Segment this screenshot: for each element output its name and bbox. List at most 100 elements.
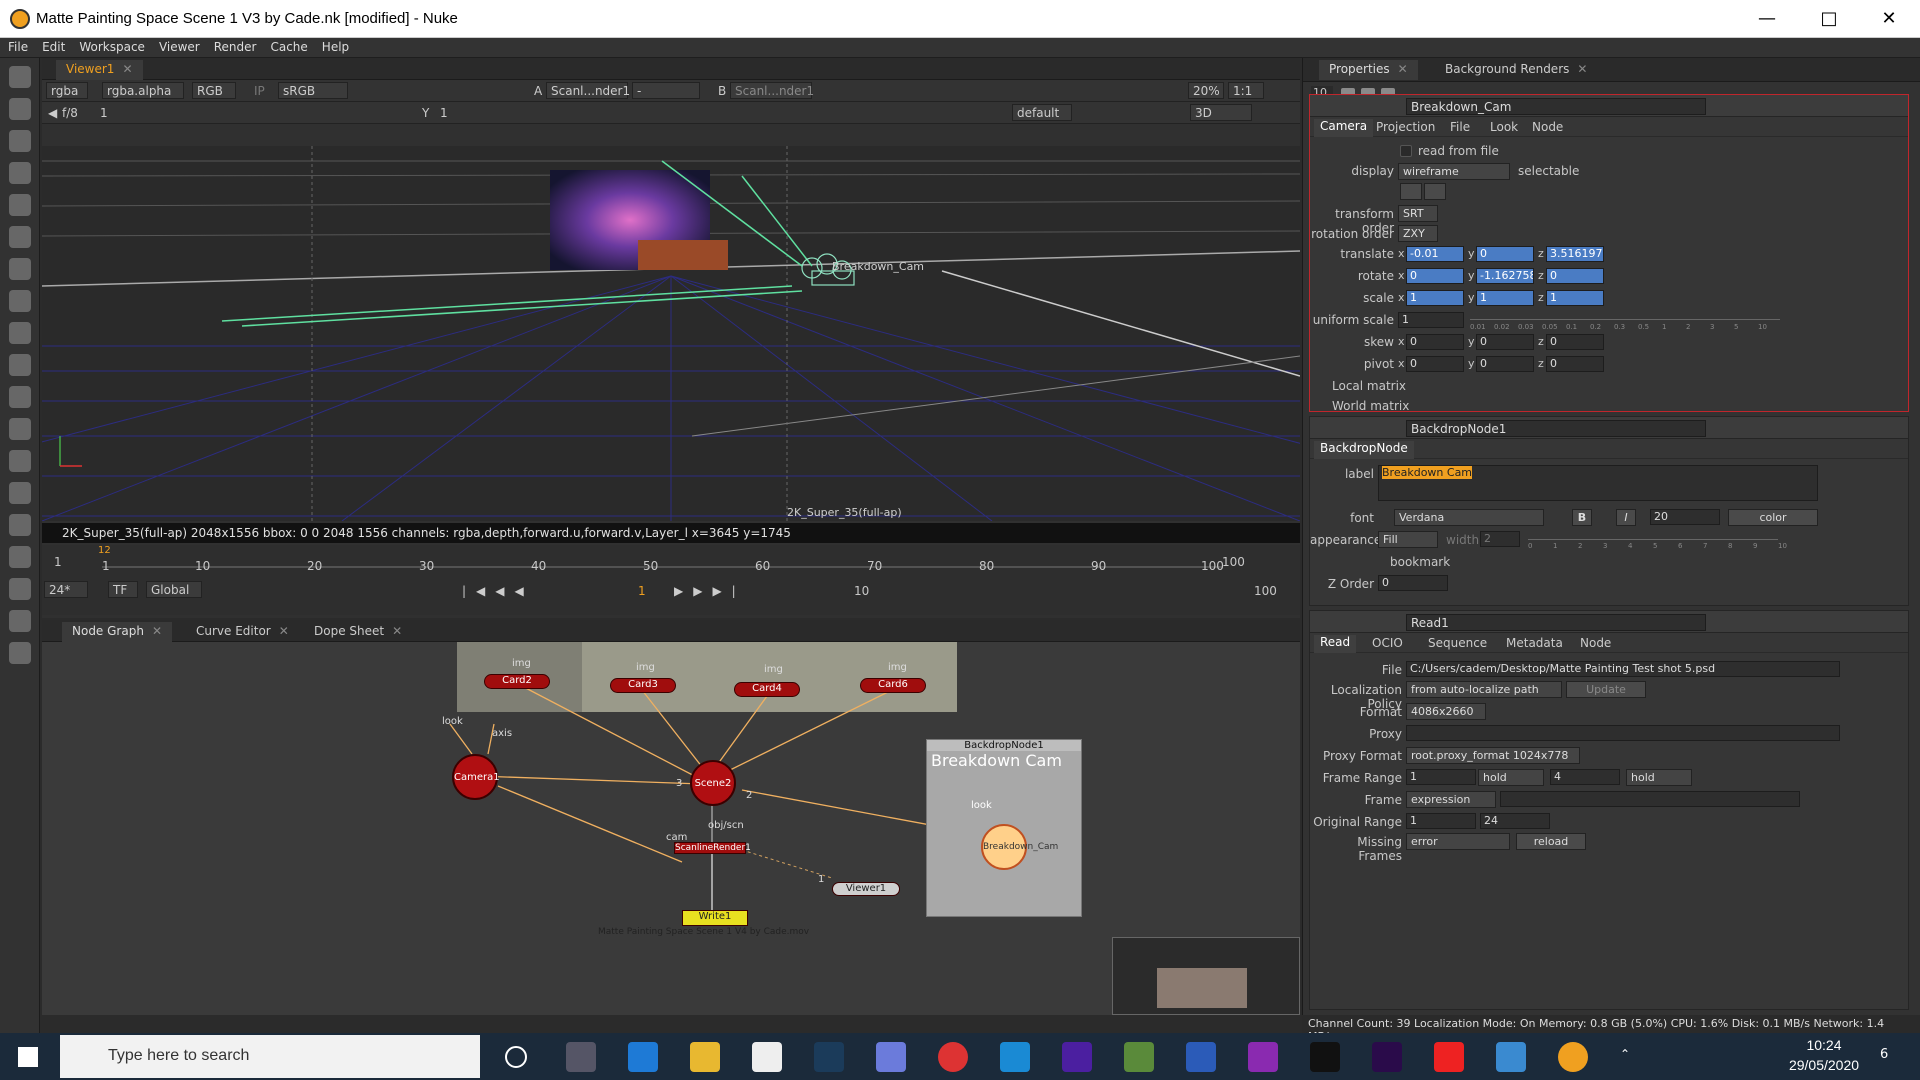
orig-start-field[interactable]: 1 (1406, 813, 1476, 829)
y-value[interactable]: 1 (440, 106, 448, 120)
skew-y-field[interactable]: 0 (1476, 334, 1534, 350)
ip-toggle[interactable]: IP (254, 84, 265, 98)
scanlinerender1-node[interactable]: ScanlineRender1 (674, 842, 751, 854)
discord-icon[interactable] (876, 1042, 906, 1072)
uniform-scale-slider[interactable] (1470, 319, 1780, 320)
scale-x-field[interactable]: 1 (1406, 290, 1464, 306)
card2-node[interactable]: Card2 (484, 674, 550, 689)
onenote-icon[interactable] (1248, 1042, 1278, 1072)
close-button[interactable]: ✕ (1866, 4, 1912, 34)
proxy-field[interactable] (1406, 725, 1840, 741)
rotate-x-field[interactable]: 0 (1406, 268, 1464, 284)
node-graph-canvas[interactable]: img Card2 img Card3 img Card4 img Card6 … (42, 642, 1300, 1015)
zoom-dropdown[interactable]: 20% (1188, 82, 1224, 99)
color-button[interactable]: color (1728, 509, 1818, 526)
particles-tool-icon[interactable] (9, 386, 31, 408)
input-a-dropdown[interactable]: Scanl...nder1 (546, 82, 630, 99)
update-button[interactable]: Update (1566, 681, 1646, 698)
rotation-order-dropdown[interactable]: ZXY (1398, 225, 1438, 242)
tab-background-renders[interactable]: Background Renders ✕ (1435, 60, 1597, 80)
translate-z-field[interactable]: 3.51619795 (1546, 246, 1604, 262)
tab-ocio[interactable]: OCIO (1372, 636, 1403, 650)
ratio-dropdown[interactable]: 1:1 (1228, 82, 1264, 99)
current-marker[interactable]: 12 (98, 545, 111, 556)
color-tool-icon[interactable] (9, 194, 31, 216)
tray-icons[interactable]: ⌃ (1620, 1047, 1630, 1061)
tab-viewer1[interactable]: Viewer1 ✕ (56, 60, 143, 80)
label-textarea[interactable]: Breakdown Cam (1378, 465, 1818, 501)
notification-badge[interactable]: 6 (1880, 1047, 1888, 1062)
tab-node[interactable]: Node (1532, 120, 1563, 134)
maximize-button[interactable]: □ (1806, 4, 1852, 34)
appearance-dropdown[interactable]: Fill (1378, 531, 1438, 548)
time-tool-icon[interactable] (9, 130, 31, 152)
play-forward-controls[interactable]: ▶▶▶| (674, 584, 746, 598)
epic-games-icon[interactable] (1310, 1042, 1340, 1072)
pivot-z-field[interactable]: 0 (1546, 356, 1604, 372)
frame-end-field[interactable]: 4 (1550, 769, 1620, 785)
italic-button[interactable]: I (1616, 509, 1636, 526)
image-tool-icon[interactable] (9, 66, 31, 88)
alpha-dropdown[interactable]: rgba.alpha (102, 82, 184, 99)
menu-cache[interactable]: Cache (262, 38, 313, 54)
backdrop-node1[interactable]: BackdropNode1 Breakdown Cam look Breakdo… (926, 739, 1082, 917)
clock-time[interactable]: 10:24 (1784, 1037, 1864, 1053)
menu-workspace[interactable]: Workspace (71, 38, 151, 54)
word-icon[interactable] (1186, 1042, 1216, 1072)
view-mode-dropdown[interactable]: 3D (1190, 104, 1252, 121)
camera-name-field[interactable]: Breakdown_Cam (1406, 98, 1706, 115)
width-slider[interactable] (1528, 539, 1778, 540)
scene2-node[interactable]: Scene2 (690, 760, 736, 806)
transform-order-dropdown[interactable]: SRT (1398, 205, 1438, 222)
frame-left-value[interactable]: 1 (100, 106, 108, 120)
play-left-icon[interactable]: ◀ (48, 106, 57, 120)
format-dropdown[interactable]: 4086x2660 (1406, 703, 1486, 720)
other-tool-icon[interactable] (9, 546, 31, 568)
font-size-field[interactable]: 20 (1650, 509, 1720, 525)
frame-step[interactable]: 10 (854, 584, 869, 598)
tf-dropdown[interactable]: TF (108, 581, 138, 598)
after-dropdown[interactable]: hold (1626, 769, 1692, 786)
tab-read[interactable]: Read (1314, 635, 1357, 653)
local-matrix-toggle[interactable]: Local matrix (1332, 379, 1406, 393)
tab-camera[interactable]: Camera (1314, 119, 1374, 137)
scale-y-field[interactable]: 1 (1476, 290, 1534, 306)
keyer-tool-icon[interactable] (9, 258, 31, 280)
missing-frames-dropdown[interactable]: error (1406, 833, 1510, 850)
plugins-tool-icon[interactable] (9, 642, 31, 664)
bold-button[interactable]: B (1572, 509, 1592, 526)
display-channels-dropdown[interactable]: RGB (192, 82, 236, 99)
zorder-field[interactable]: 0 (1378, 575, 1448, 591)
menu-help[interactable]: Help (314, 38, 355, 54)
font-dropdown[interactable]: Verdana (1394, 509, 1544, 526)
breakdown-cam-node[interactable]: Breakdown_Cam (981, 824, 1058, 870)
draw-tool-icon[interactable] (9, 98, 31, 120)
transform-tool-icon[interactable] (9, 322, 31, 344)
rotate-z-field[interactable]: 0 (1546, 268, 1604, 284)
skew-x-field[interactable]: 0 (1406, 334, 1464, 350)
pivot-y-field[interactable]: 0 (1476, 356, 1534, 372)
tab-metadata[interactable]: Metadata (1506, 636, 1563, 650)
tab-curve-editor[interactable]: Curve Editor ✕ (186, 622, 299, 642)
camera1-node[interactable]: Camera1 (452, 754, 500, 800)
tab-file[interactable]: File (1450, 120, 1470, 134)
frame-mode-dropdown[interactable]: expression (1406, 791, 1496, 808)
end-frame[interactable]: 100 (1254, 584, 1277, 598)
cortana-icon[interactable] (505, 1046, 527, 1068)
rotate-y-field[interactable]: -1.16275895 (1476, 268, 1534, 284)
close-icon[interactable]: ✕ (122, 62, 132, 76)
input-op-dropdown[interactable]: - (632, 82, 700, 99)
toolsets-tool-icon[interactable] (9, 514, 31, 536)
localization-dropdown[interactable]: from auto-localize path (1406, 681, 1562, 698)
tab-node-graph[interactable]: Node Graph ✕ (62, 622, 173, 642)
channel-tool-icon[interactable] (9, 162, 31, 184)
scale-z-field[interactable]: 1 (1546, 290, 1604, 306)
frame-expression-field[interactable] (1500, 791, 1800, 807)
backdrop-name-field[interactable]: BackdropNode1 (1406, 420, 1706, 437)
display-dropdown[interactable]: wireframe (1398, 163, 1510, 180)
3d-tool-icon[interactable] (9, 354, 31, 376)
bookmark-checkbox[interactable]: bookmark (1390, 555, 1450, 569)
folder-icon[interactable] (1400, 183, 1422, 200)
orig-end-field[interactable]: 24 (1480, 813, 1550, 829)
write1-node[interactable]: Write1 (682, 910, 748, 926)
